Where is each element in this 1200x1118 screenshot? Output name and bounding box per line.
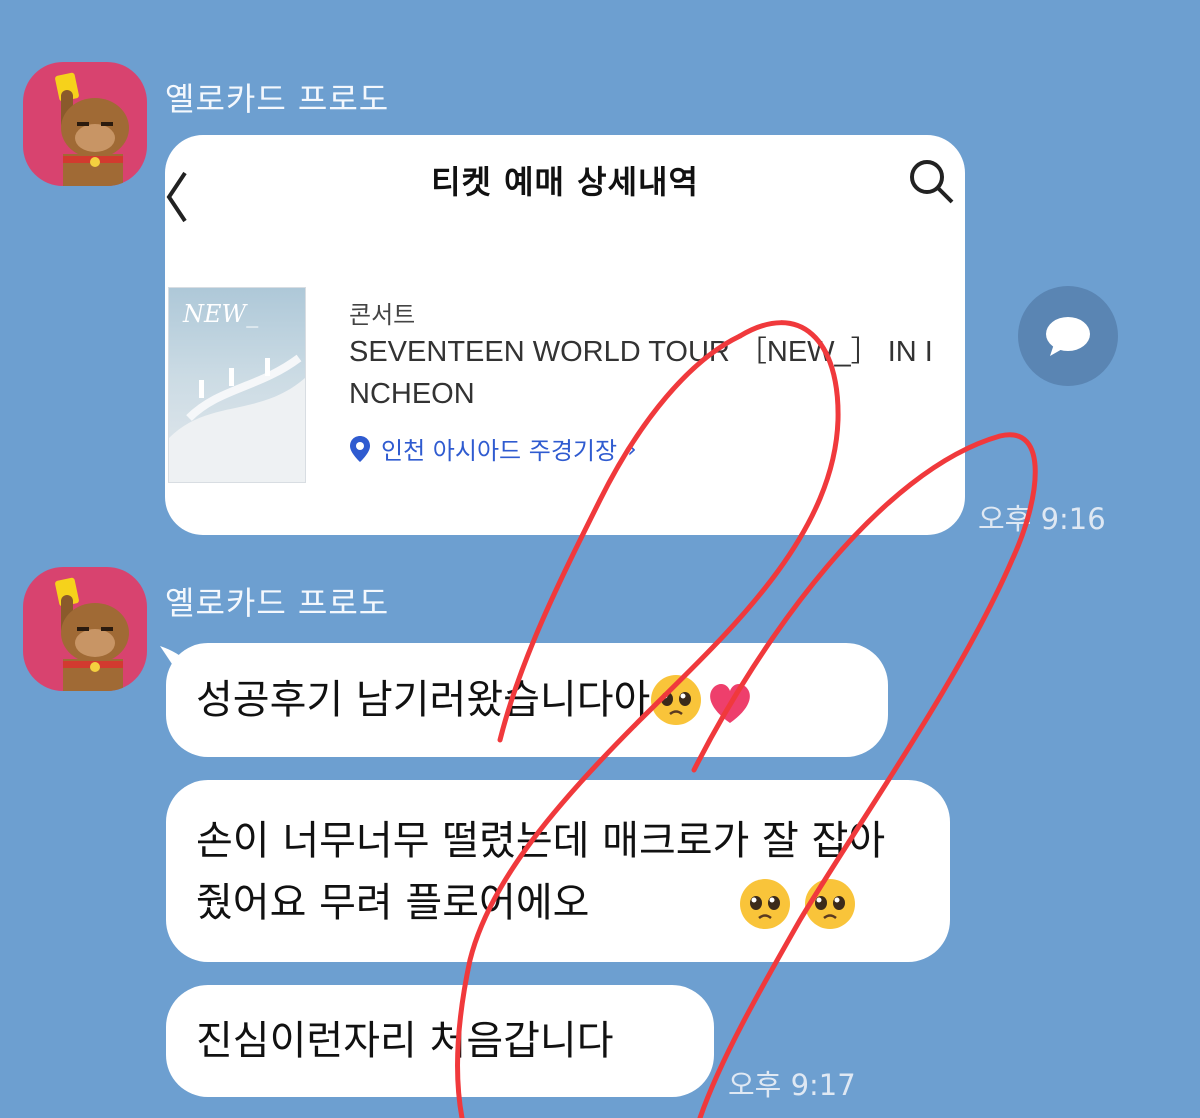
- message-timestamp: 오후 9:17: [728, 1068, 856, 1102]
- pleading-face-emoji-icon: [651, 675, 751, 725]
- message-text: 손이 너무너무 떨렸는데 매크로가 잘 잡아줬어요 무려 플로어에오: [196, 818, 886, 926]
- location-pin-icon: [350, 435, 370, 462]
- frodo-character-icon: [55, 72, 129, 186]
- message-text: 성공후기 남기러왔습니다아: [196, 677, 651, 723]
- svg-text:NEW_: NEW_: [182, 300, 258, 328]
- event-title: SEVENTEEN WORLD TOUR ［NEW_］ IN INCHEON: [349, 336, 933, 410]
- chat-bubble[interactable]: 성공후기 남기러왔습니다아: [166, 643, 888, 757]
- sender-name: 옐로카드 프로도: [165, 80, 390, 118]
- concert-poster-image: NEW_: [168, 287, 306, 483]
- sender-avatar[interactable]: [23, 62, 147, 186]
- message-timestamp: 오후 9:16: [978, 502, 1106, 536]
- chat-bubble[interactable]: 진심이런자리 처음갑니다: [166, 985, 714, 1097]
- speech-bubble-icon: [1046, 317, 1090, 356]
- venue-name: 인천 아시아드 주경기장: [381, 437, 618, 465]
- card-title: 티켓 예매 상세내역: [431, 163, 699, 201]
- sender-name: 옐로카드 프로도: [165, 584, 390, 622]
- chevron-right-icon: ›: [627, 434, 637, 463]
- event-category: 콘서트: [349, 301, 416, 329]
- search-icon[interactable]: [907, 157, 957, 207]
- chat-bubble[interactable]: 손이 너무너무 떨렸는데 매크로가 잘 잡아줬어요 무려 플로어에오: [166, 780, 950, 962]
- frodo-character-icon: [55, 577, 129, 691]
- ticket-share-card[interactable]: 티켓 예매 상세내역 NEW_ 콘서트 SEVENTEEN WORLD TOUR…: [165, 135, 965, 535]
- sender-avatar[interactable]: [23, 567, 147, 691]
- message-text: 진심이런자리 처음갑니다: [196, 1018, 614, 1064]
- share-button[interactable]: [1018, 286, 1118, 386]
- venue-link[interactable]: 인천 아시아드 주경기장 ›: [349, 431, 637, 466]
